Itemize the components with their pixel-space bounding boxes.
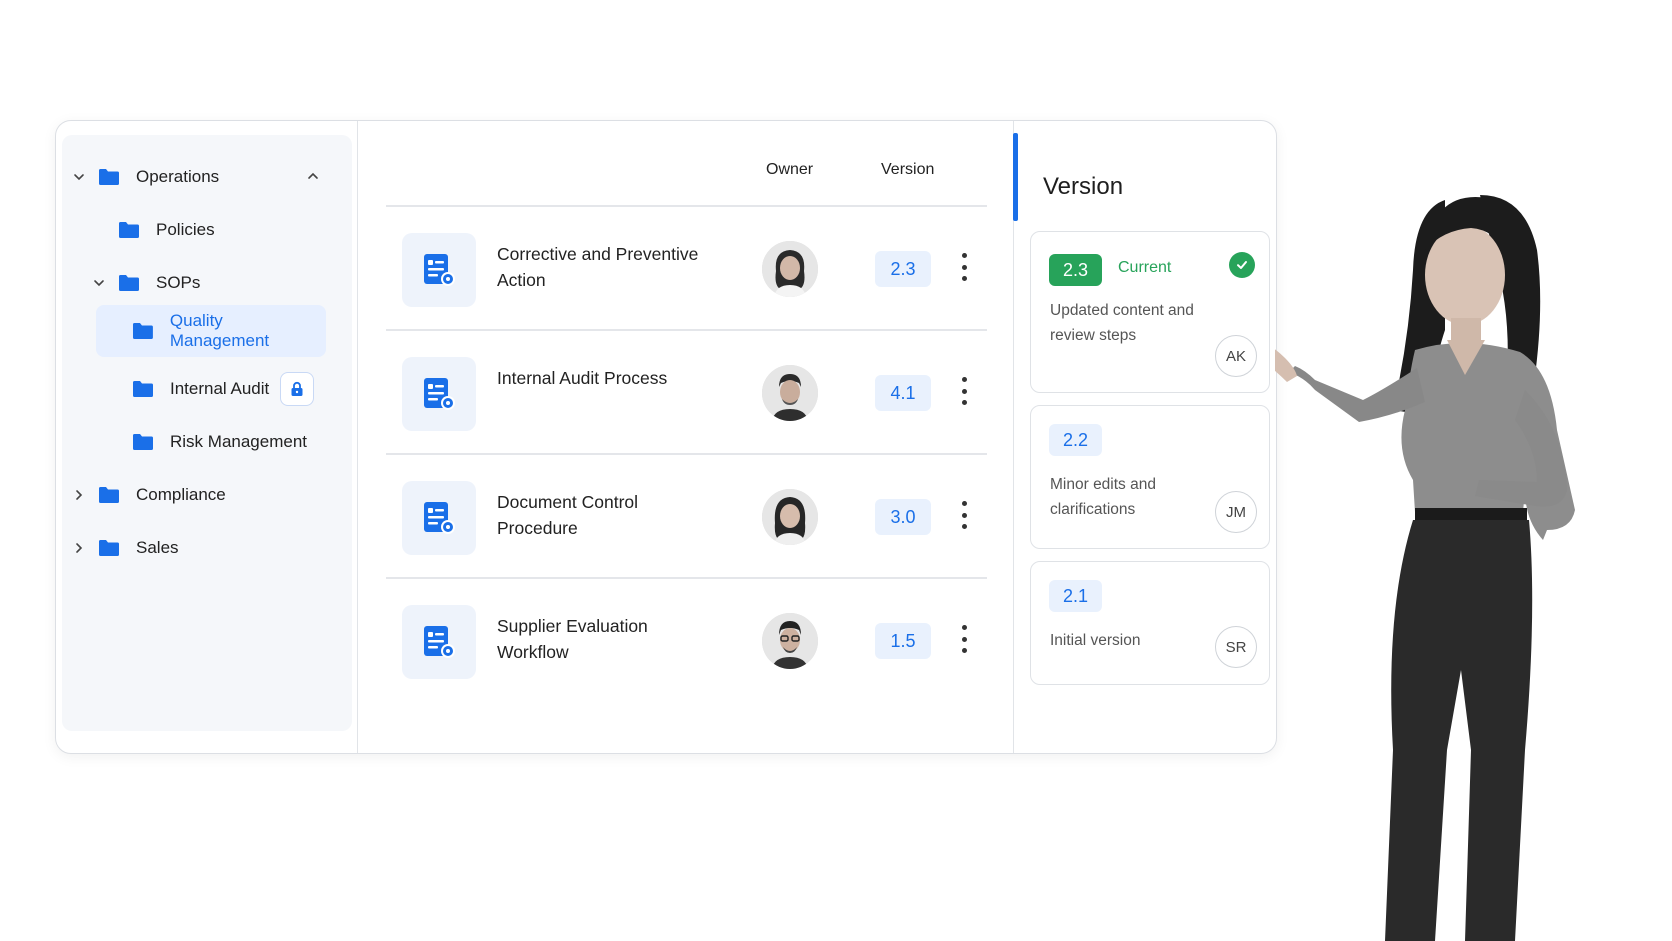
- version-panel: Version 2.3 Current Updated content and …: [1012, 121, 1276, 753]
- panel-accent-bar: [1012, 133, 1018, 221]
- version-badge-current: 2.3: [1049, 254, 1103, 286]
- folder-icon: [119, 222, 139, 238]
- folder-icon: [99, 540, 119, 556]
- document-manager-window: Operations Policies SOPs Quality Managem…: [55, 120, 1277, 754]
- presenter-figure: [1275, 195, 1575, 941]
- version-badge[interactable]: 2.3: [875, 251, 931, 287]
- tree-item-label: Compliance: [136, 485, 226, 504]
- document-settings-icon: [402, 605, 476, 679]
- version-column-header[interactable]: Version: [881, 161, 934, 179]
- version-badge[interactable]: 4.1: [875, 375, 931, 411]
- folder-icon: [99, 487, 119, 503]
- owner-avatar: [762, 489, 818, 545]
- version-badge: 2.2: [1049, 424, 1103, 456]
- tree-item-compliance[interactable]: Compliance: [68, 469, 338, 521]
- tree-item-label: Operations: [136, 167, 220, 186]
- tree-item-sops[interactable]: SOPs: [88, 257, 338, 309]
- document-list: Owner Version Corrective and Preventive …: [359, 121, 1012, 753]
- tree-item-operations[interactable]: Operations: [68, 151, 338, 203]
- version-description: Minor edits and clarifications: [1050, 476, 1156, 518]
- document-title[interactable]: Document Control Procedure: [497, 489, 717, 541]
- table-row[interactable]: Corrective and Preventive Action 2.3: [386, 205, 987, 329]
- document-settings-icon: [402, 233, 476, 307]
- tree-item-label: Risk Management: [170, 432, 308, 451]
- table-row[interactable]: Document Control Procedure 3.0: [386, 453, 987, 577]
- tree-item-label: Sales: [136, 538, 179, 557]
- version-card[interactable]: 2.2 Minor edits and clarifications JM: [1030, 405, 1270, 549]
- version-badge[interactable]: 3.0: [875, 499, 931, 535]
- folder-sidebar: Operations Policies SOPs Quality Managem…: [56, 121, 358, 753]
- table-row[interactable]: Supplier Evaluation Workflow 1.5: [386, 577, 987, 701]
- chevron-right-icon[interactable]: [68, 484, 90, 506]
- more-options-icon[interactable]: [954, 373, 974, 409]
- chevron-down-icon[interactable]: [88, 272, 110, 294]
- folder-icon: [119, 275, 139, 291]
- more-options-icon[interactable]: [954, 497, 974, 533]
- tree-item-label: SOPs: [156, 273, 201, 292]
- author-avatar: SR: [1215, 626, 1257, 668]
- current-label: Current: [1118, 259, 1172, 276]
- document-title[interactable]: Internal Audit Process: [497, 365, 717, 391]
- version-badge: 2.1: [1049, 580, 1103, 612]
- owner-avatar: [762, 613, 818, 669]
- tree-item-quality-management[interactable]: Quality Management: [96, 305, 326, 357]
- folder-icon: [133, 434, 153, 450]
- author-avatar: AK: [1215, 335, 1257, 377]
- tree-item-sales[interactable]: Sales: [68, 522, 338, 574]
- owner-avatar: [762, 365, 818, 421]
- version-card-current[interactable]: 2.3 Current Updated content and review s…: [1030, 231, 1270, 393]
- tree-item-risk-management[interactable]: Risk Management: [96, 416, 326, 468]
- tree-item-label: Policies: [156, 220, 215, 239]
- more-options-icon[interactable]: [954, 621, 974, 657]
- owner-avatar: [762, 241, 818, 297]
- table-row[interactable]: Internal Audit Process 4.1: [386, 329, 987, 453]
- author-avatar: JM: [1215, 491, 1257, 533]
- owner-column-header[interactable]: Owner: [766, 161, 813, 179]
- lock-icon: [291, 381, 303, 396]
- version-badge[interactable]: 1.5: [875, 623, 931, 659]
- folder-tree: Operations Policies SOPs Quality Managem…: [62, 135, 352, 731]
- document-settings-icon: [402, 481, 476, 555]
- tree-item-label: Internal Audit: [170, 379, 270, 398]
- document-title[interactable]: Supplier Evaluation Workflow: [497, 613, 717, 665]
- chevron-up-icon[interactable]: [302, 165, 324, 187]
- document-settings-icon: [402, 357, 476, 431]
- check-circle-icon: [1229, 252, 1255, 278]
- folder-icon: [132, 323, 153, 339]
- tree-item-label: Quality Management: [169, 311, 270, 350]
- tree-item-policies[interactable]: Policies: [68, 204, 338, 256]
- version-panel-title: Version: [1043, 173, 1124, 200]
- version-description: Initial version: [1050, 632, 1141, 649]
- chevron-down-icon[interactable]: [68, 166, 90, 188]
- document-title[interactable]: Corrective and Preventive Action: [497, 241, 717, 293]
- version-description: Updated content and review steps: [1050, 302, 1194, 344]
- folder-icon: [99, 169, 119, 185]
- tree-item-internal-audit[interactable]: Internal Audit: [96, 363, 296, 415]
- version-card[interactable]: 2.1 Initial version SR: [1030, 561, 1270, 685]
- chevron-right-icon[interactable]: [68, 537, 90, 559]
- folder-icon: [133, 381, 153, 397]
- lock-button[interactable]: [280, 372, 314, 406]
- more-options-icon[interactable]: [954, 249, 974, 285]
